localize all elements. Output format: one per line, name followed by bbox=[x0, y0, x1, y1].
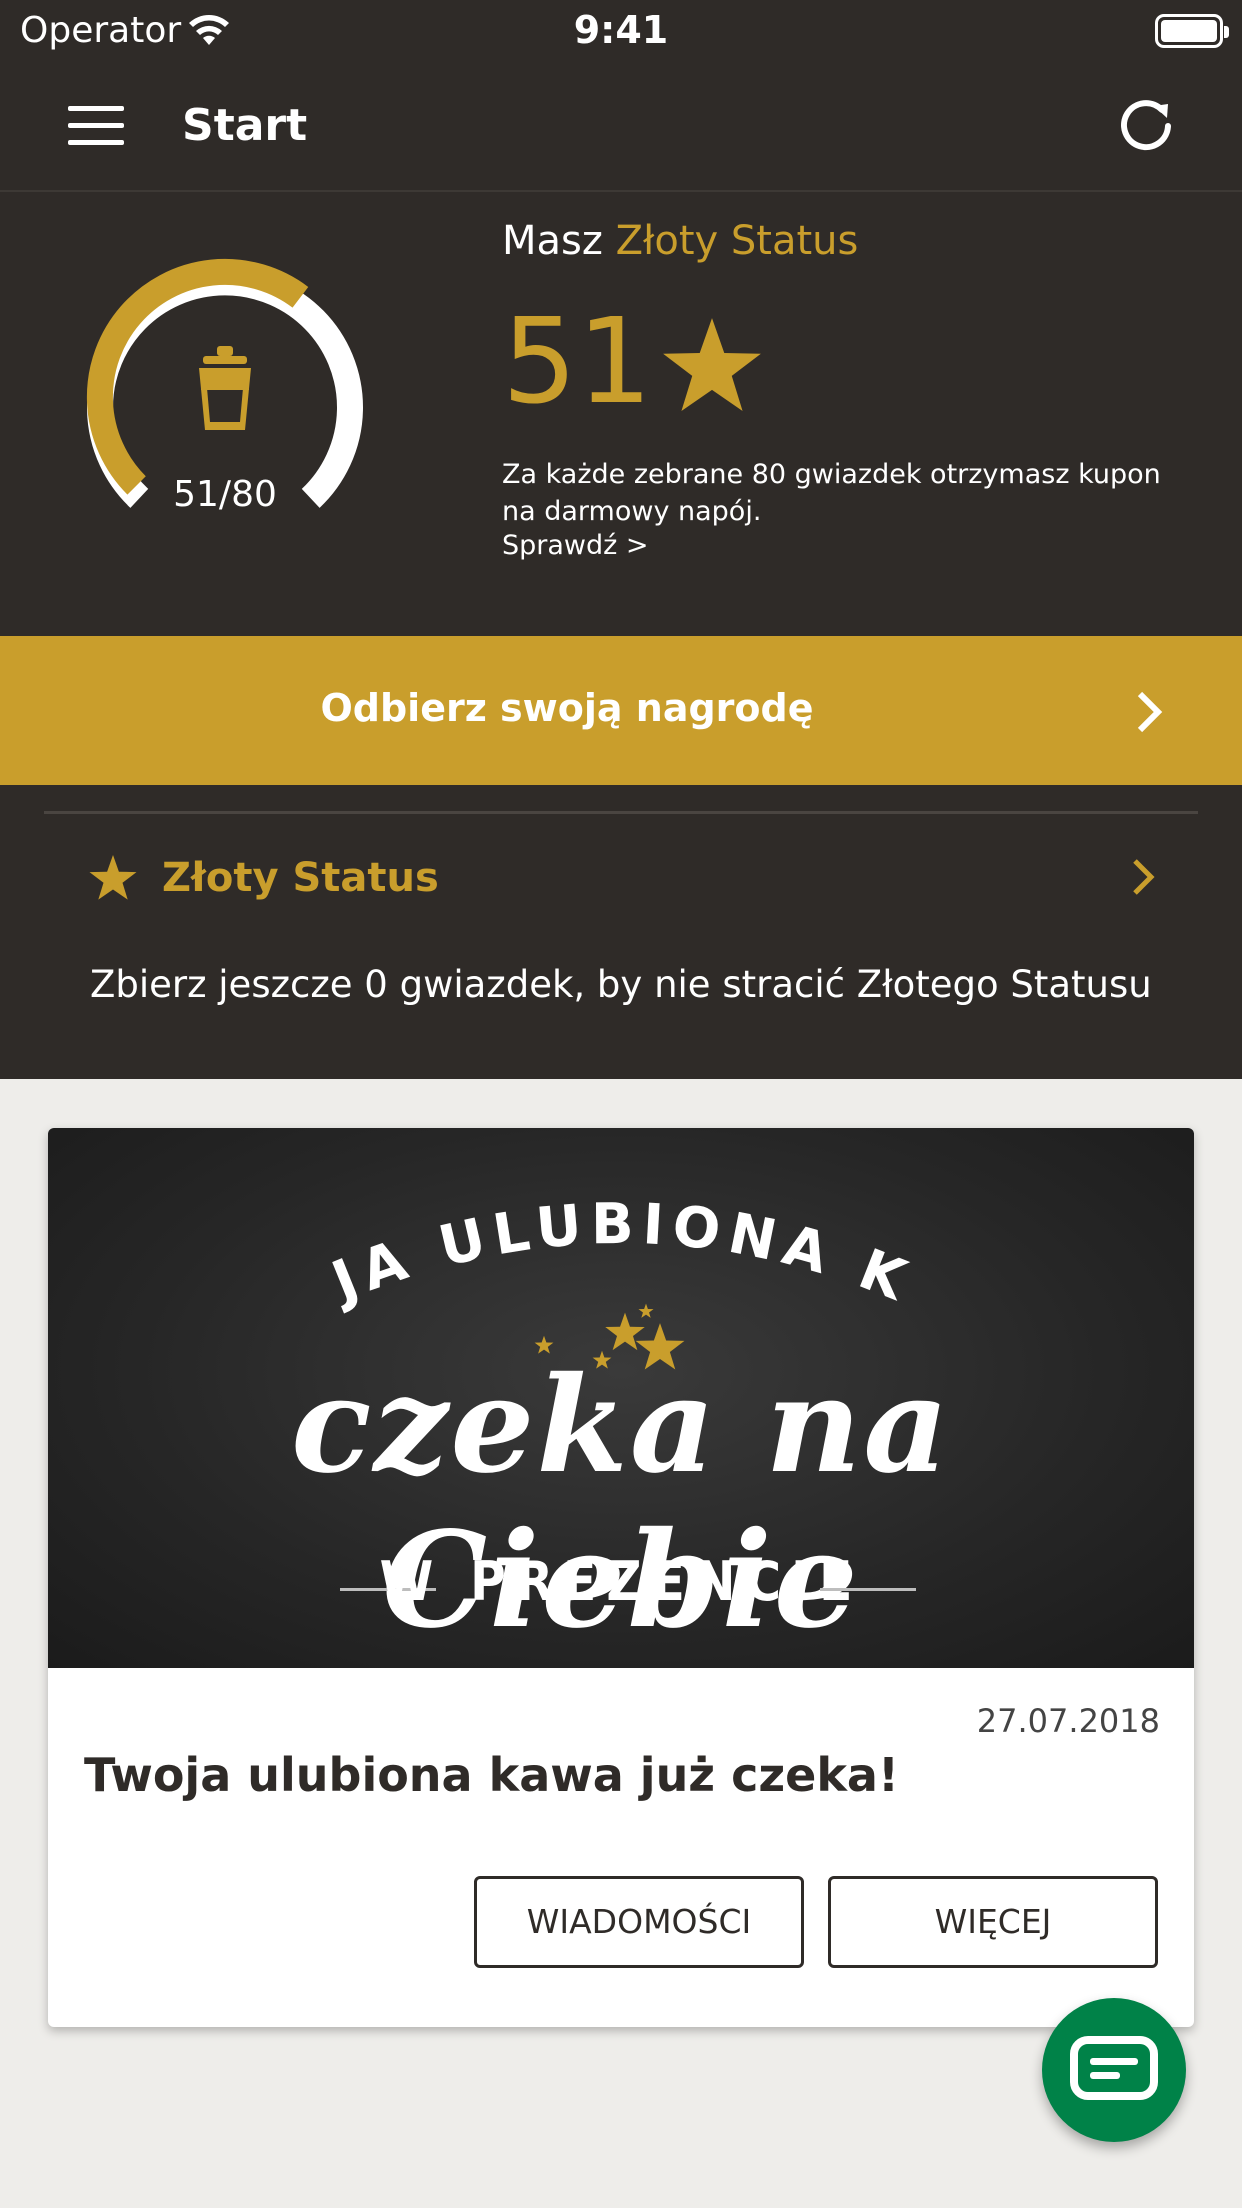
star-icon bbox=[89, 855, 137, 900]
svg-text:TWOJA ULUBIONA KAWA: TWOJA ULUBIONA KAWA bbox=[48, 1128, 922, 1316]
news-card: TWOJA ULUBIONA KAWA czeka na Ciebie W PR… bbox=[48, 1128, 1194, 2027]
divider bbox=[44, 811, 1198, 814]
page-title: Start bbox=[182, 100, 308, 151]
hamburger-icon[interactable] bbox=[68, 106, 124, 146]
star-icon bbox=[663, 318, 761, 412]
card-icon bbox=[1070, 2036, 1158, 2100]
card-title: Twoja ulubiona kawa już czeka! bbox=[84, 1748, 899, 1802]
clock: 9:41 bbox=[573, 8, 669, 52]
battery-icon bbox=[1155, 14, 1229, 48]
gold-status-title: Złoty Status bbox=[162, 855, 439, 901]
tier-name: Złoty Status bbox=[615, 218, 859, 264]
tier-prefix: Masz bbox=[502, 218, 616, 264]
chevron-right-icon bbox=[1133, 859, 1155, 895]
card-fab-button[interactable] bbox=[1042, 1998, 1186, 2142]
check-link[interactable]: Sprawdź > bbox=[502, 530, 649, 561]
gold-status-description: Zbierz jeszcze 0 gwiazdek, by nie straci… bbox=[90, 963, 1152, 1006]
status-panel: 51/80 Masz Złoty Status 51 Za każde zebr… bbox=[0, 192, 1242, 636]
divider bbox=[820, 1588, 916, 1591]
claim-reward-button[interactable]: Odbierz swoją nagrodę bbox=[0, 636, 1242, 785]
promo-banner: TWOJA ULUBIONA KAWA czeka na Ciebie W PR… bbox=[48, 1128, 1194, 1668]
chevron-right-icon bbox=[1137, 691, 1163, 733]
nav-bar: Start bbox=[0, 64, 1242, 192]
messages-button[interactable]: WIADOMOŚCI bbox=[474, 1876, 804, 1968]
banner-bottom-text: W PREZENCIE bbox=[379, 1550, 863, 1613]
card-date: 27.07.2018 bbox=[976, 1702, 1160, 1740]
progress-count: 51/80 bbox=[173, 474, 277, 515]
gold-status-row[interactable]: Złoty Status bbox=[0, 825, 1242, 925]
claim-reward-label: Odbierz swoją nagrodę bbox=[320, 686, 814, 730]
status-bar: Operator 9:41 bbox=[0, 0, 1242, 64]
cup-icon bbox=[199, 346, 251, 430]
tier-headline: Masz Złoty Status bbox=[502, 218, 858, 264]
banner-top-text: TWOJA ULUBIONA KAWA bbox=[48, 1128, 914, 1316]
stars-info: Za każde zebrane 80 gwiazdek otrzymasz k… bbox=[502, 459, 1161, 527]
refresh-icon[interactable] bbox=[1118, 96, 1174, 152]
stars-count: 51 bbox=[502, 292, 653, 430]
gold-status-section: Złoty Status Zbierz jeszcze 0 gwiazdek, … bbox=[0, 785, 1242, 1079]
more-button[interactable]: WIĘCEJ bbox=[828, 1876, 1158, 1968]
